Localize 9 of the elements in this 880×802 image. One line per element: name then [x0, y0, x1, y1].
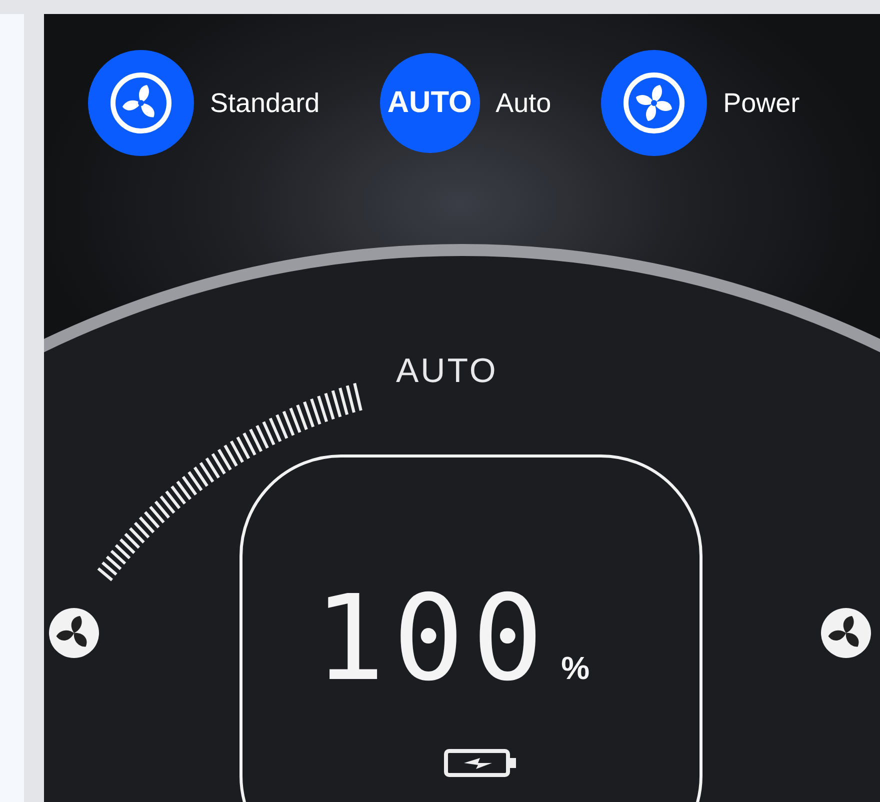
fan-icon [49, 608, 99, 658]
mode-button[interactable]: Standard [88, 50, 320, 156]
mode-indicator: AUTO [396, 352, 498, 391]
battery-icon [444, 749, 516, 777]
fan-icon [622, 71, 686, 135]
percent-unit: % [561, 650, 590, 688]
fan-icon [109, 71, 173, 135]
fan-icon [821, 608, 871, 658]
percentage-reading: 100 [314, 579, 552, 697]
